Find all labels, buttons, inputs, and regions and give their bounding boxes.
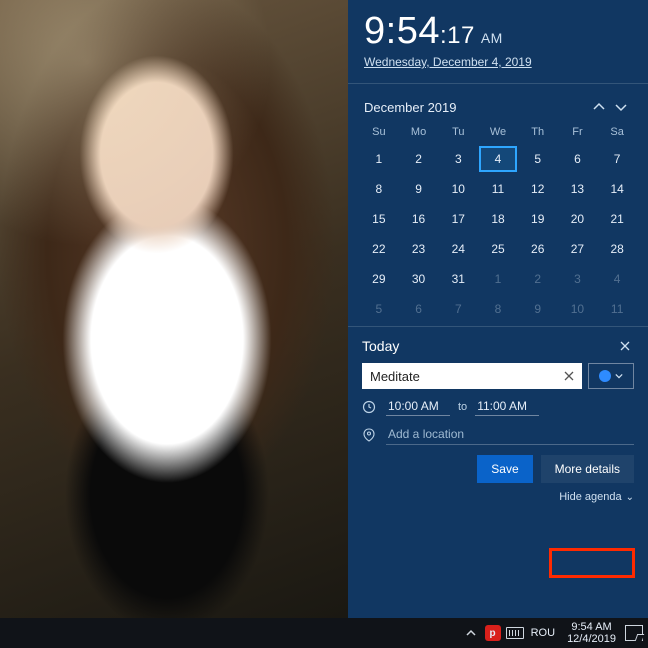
calendar-day[interactable]: 15: [360, 206, 398, 232]
clock-date-link[interactable]: Wednesday, December 4, 2019: [364, 55, 532, 69]
calendar-day[interactable]: 23: [400, 236, 438, 262]
chevron-up-icon: [466, 628, 476, 638]
keyboard-icon: [506, 627, 524, 639]
calendar-color-dot-icon: [599, 370, 611, 382]
event-name-input[interactable]: Meditate: [362, 363, 582, 389]
calendar-day[interactable]: 20: [559, 206, 597, 232]
clock-ampm: AM: [481, 30, 503, 46]
clock-seconds: :17: [440, 22, 475, 49]
calendar-day[interactable]: 14: [598, 176, 636, 202]
calendar-flyout: 9:54:17 AM Wednesday, December 4, 2019 De…: [348, 0, 648, 618]
calendar-day[interactable]: 17: [439, 206, 477, 232]
calendar-day[interactable]: 3: [559, 266, 597, 292]
calendar-dow: Sa: [598, 122, 636, 142]
calendar-day[interactable]: 1: [479, 266, 517, 292]
calendar-month-title[interactable]: December 2019: [364, 100, 588, 115]
calendar-dow: We: [479, 122, 517, 142]
taskbar-clock[interactable]: 9:54 AM 12/4/2019: [561, 621, 622, 645]
chevron-down-icon: [615, 101, 627, 113]
calendar-day[interactable]: 16: [400, 206, 438, 232]
calendar-day[interactable]: 6: [559, 146, 597, 172]
taskbar-time: 9:54 AM: [567, 621, 616, 633]
calendar-day[interactable]: 18: [479, 206, 517, 232]
calendar-grid: SuMoTuWeThFrSa12345678910111213141516171…: [360, 122, 636, 322]
calendar-day[interactable]: 31: [439, 266, 477, 292]
calendar-dow: Tu: [439, 122, 477, 142]
calendar-day[interactable]: 22: [360, 236, 398, 262]
clock-hm: 9:54: [364, 10, 440, 52]
desktop-wallpaper: [0, 0, 348, 618]
agenda-close-button[interactable]: [616, 337, 634, 355]
calendar-day[interactable]: 11: [598, 296, 636, 322]
tray-app-icon[interactable]: p: [483, 623, 503, 643]
location-input[interactable]: [386, 424, 634, 445]
action-center-button[interactable]: [624, 623, 644, 643]
tray-overflow-button[interactable]: [461, 623, 481, 643]
end-time-field[interactable]: 11:00 AM: [475, 397, 539, 416]
taskbar: p ROU 9:54 AM 12/4/2019: [0, 618, 648, 648]
calendar-day[interactable]: 10: [559, 296, 597, 322]
chevron-up-icon: [593, 101, 605, 113]
calendar-day[interactable]: 2: [519, 266, 557, 292]
clear-input-button[interactable]: [560, 371, 578, 381]
calendar-day[interactable]: 8: [479, 296, 517, 322]
calendar-day[interactable]: 2: [400, 146, 438, 172]
calendar-day[interactable]: 25: [479, 236, 517, 262]
calendar-day[interactable]: 19: [519, 206, 557, 232]
chevron-down-icon: [615, 372, 623, 380]
p-icon: p: [485, 625, 501, 641]
calendar-day[interactable]: 7: [439, 296, 477, 322]
location-icon: [362, 428, 378, 442]
calendar-day[interactable]: 9: [519, 296, 557, 322]
hide-agenda-toggle[interactable]: Hide agenda ⌄: [348, 489, 648, 509]
calendar-day[interactable]: 28: [598, 236, 636, 262]
calendar-day[interactable]: 29: [360, 266, 398, 292]
taskbar-date: 12/4/2019: [567, 633, 616, 645]
calendar-day[interactable]: 1: [360, 146, 398, 172]
calendar-day[interactable]: 3: [439, 146, 477, 172]
chevron-down-icon: ⌄: [626, 492, 634, 503]
calendar-dow: Su: [360, 122, 398, 142]
calendar-day[interactable]: 4: [479, 146, 517, 172]
agenda-title: Today: [362, 338, 616, 354]
touch-keyboard-button[interactable]: [505, 623, 525, 643]
calendar-dow: Fr: [559, 122, 597, 142]
save-button[interactable]: Save: [477, 455, 532, 483]
calendar-day[interactable]: 9: [400, 176, 438, 202]
calendar-day[interactable]: 5: [519, 146, 557, 172]
calendar-dow: Mo: [400, 122, 438, 142]
calendar-day[interactable]: 5: [360, 296, 398, 322]
calendar-day[interactable]: 6: [400, 296, 438, 322]
close-icon: [564, 371, 574, 381]
notification-icon: [625, 625, 643, 641]
calendar-day[interactable]: 27: [559, 236, 597, 262]
calendar-day[interactable]: 26: [519, 236, 557, 262]
calendar-day[interactable]: 7: [598, 146, 636, 172]
calendar-day[interactable]: 12: [519, 176, 557, 202]
calendar-color-select[interactable]: [588, 363, 634, 389]
calendar-dow: Th: [519, 122, 557, 142]
time-to-label: to: [458, 401, 467, 413]
clock-time: 9:54:17 AM: [364, 10, 632, 53]
event-name-value: Meditate: [370, 369, 560, 384]
calendar-day[interactable]: 11: [479, 176, 517, 202]
start-time-field[interactable]: 10:00 AM: [386, 397, 450, 416]
language-indicator[interactable]: ROU: [527, 627, 559, 639]
more-details-button[interactable]: More details: [541, 455, 634, 483]
calendar-day[interactable]: 24: [439, 236, 477, 262]
close-icon: [620, 341, 630, 351]
calendar-day[interactable]: 4: [598, 266, 636, 292]
calendar-day[interactable]: 21: [598, 206, 636, 232]
calendar-prev-button[interactable]: [588, 96, 610, 118]
calendar-day[interactable]: 30: [400, 266, 438, 292]
calendar-day[interactable]: 8: [360, 176, 398, 202]
hide-agenda-label: Hide agenda: [559, 491, 621, 503]
clock-icon: [362, 400, 378, 414]
calendar-next-button[interactable]: [610, 96, 632, 118]
calendar-day[interactable]: 13: [559, 176, 597, 202]
calendar-day[interactable]: 10: [439, 176, 477, 202]
